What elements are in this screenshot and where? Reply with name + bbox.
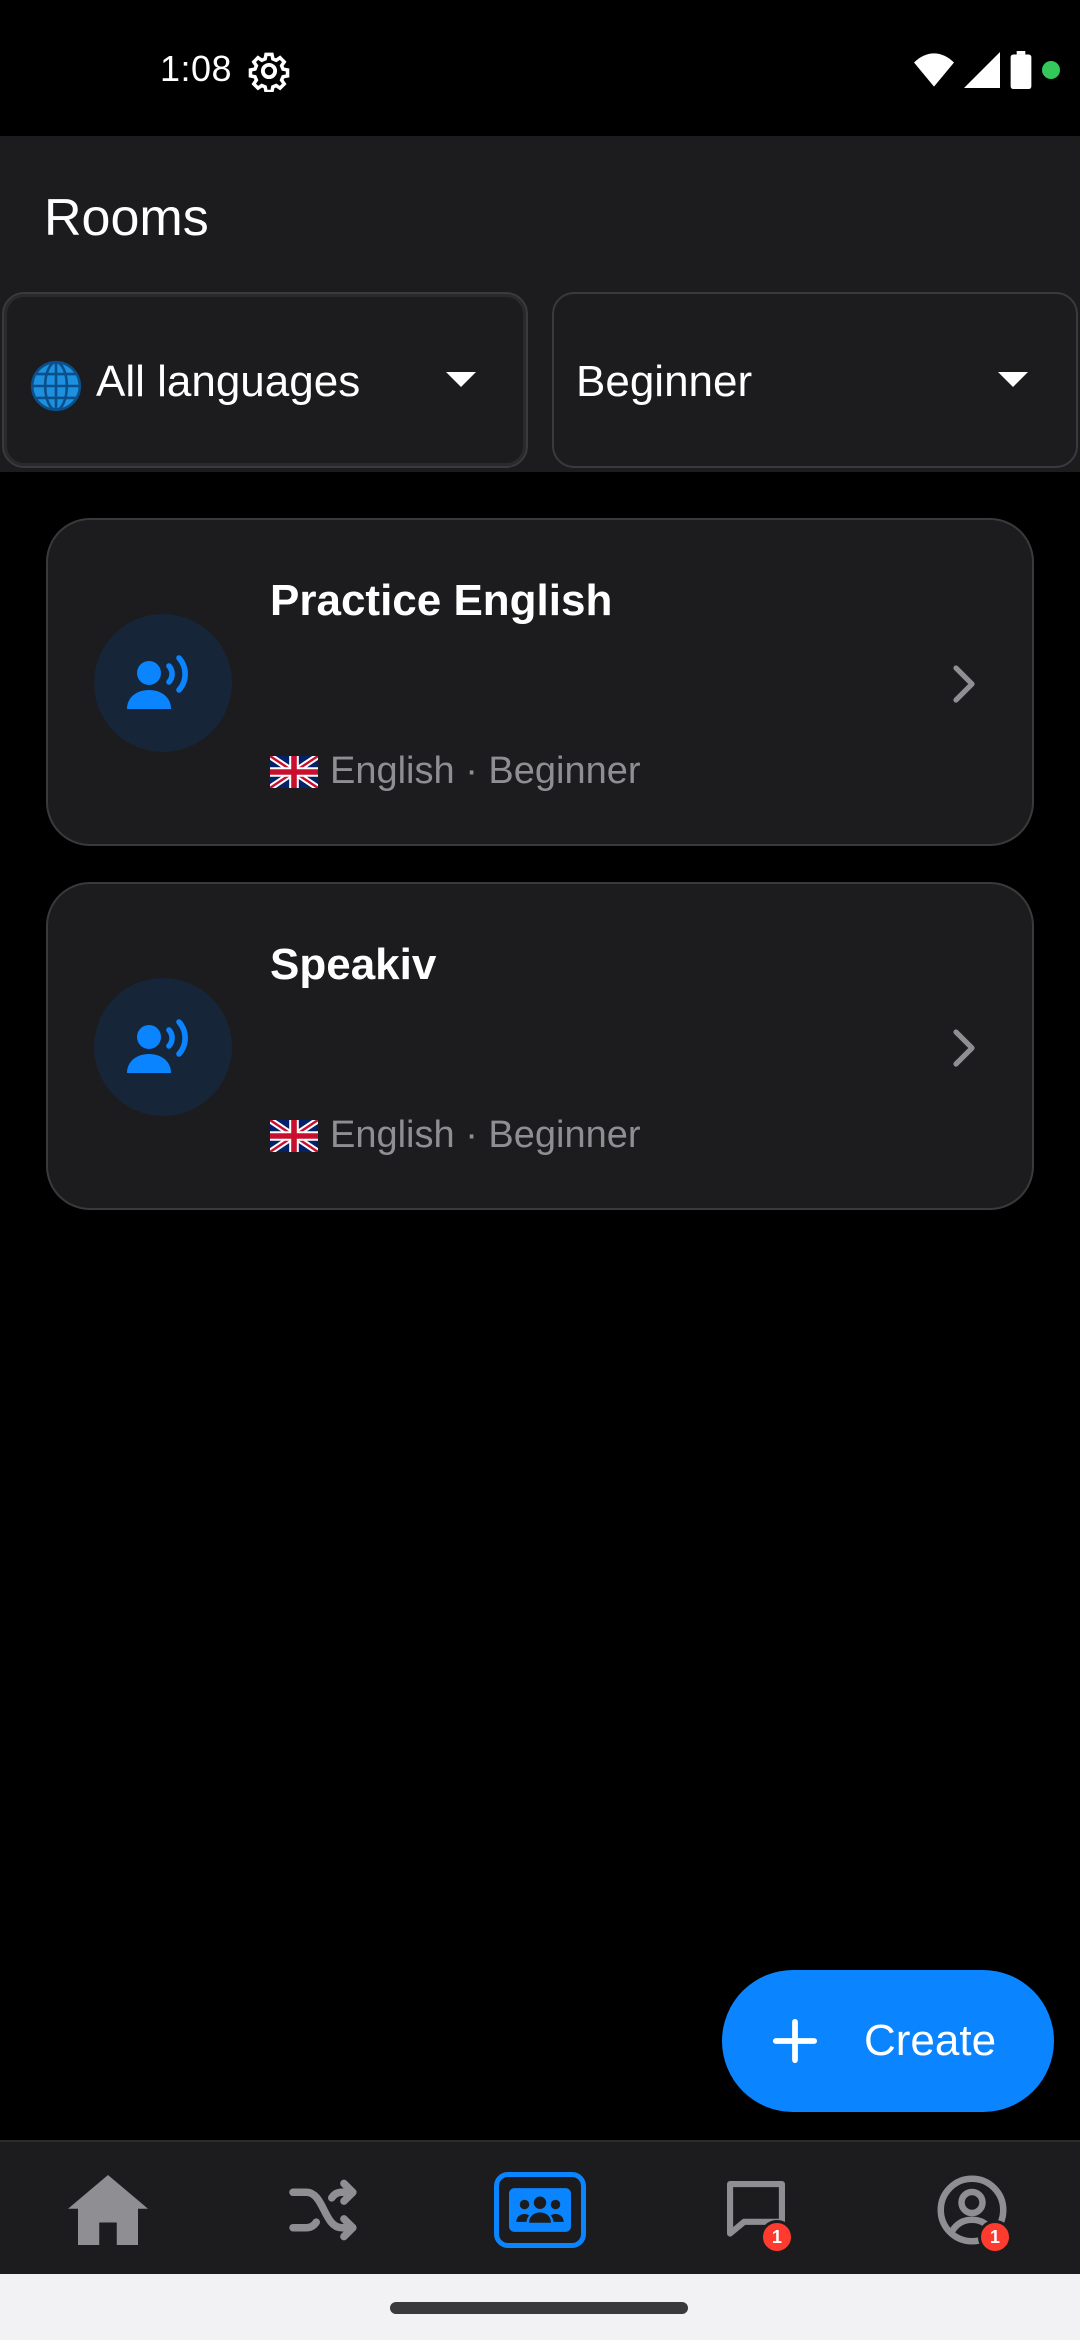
rooms-icon xyxy=(509,2188,571,2232)
dropdown-arrow-icon xyxy=(998,372,1028,387)
nav-chat[interactable]: 1 xyxy=(710,2170,802,2254)
status-icons xyxy=(914,48,1060,92)
battery-icon xyxy=(1010,51,1032,89)
room-avatar xyxy=(94,978,232,1116)
language-filter-label: All languages xyxy=(96,357,361,406)
shuffle-icon xyxy=(289,2179,357,2241)
dropdown-arrow-icon xyxy=(446,372,476,387)
voice-chat-icon xyxy=(127,655,188,709)
signal-icon xyxy=(964,52,1000,88)
room-avatar xyxy=(94,614,232,752)
home-icon xyxy=(68,2175,148,2245)
nav-rooms[interactable] xyxy=(494,2172,586,2248)
bottom-navigation: 1 1 xyxy=(0,2140,1080,2274)
status-time: 1:08 xyxy=(160,48,233,89)
header-panel: Rooms All languages Beginner xyxy=(0,136,1080,472)
nav-shuffle[interactable] xyxy=(278,2170,370,2250)
rooms-screen: 1:08 Rooms All languages Beginner Practi… xyxy=(0,0,1080,2340)
status-bar: 1:08 xyxy=(0,0,1080,136)
room-title: Practice English xyxy=(270,576,613,625)
home-gesture-handle[interactable] xyxy=(390,2302,688,2314)
page-title: Rooms xyxy=(44,189,209,247)
room-meta: English · Beginner xyxy=(270,1114,641,1157)
chat-badge: 1 xyxy=(760,2220,794,2254)
language-filter-dropdown[interactable]: All languages xyxy=(2,292,528,468)
plus-icon xyxy=(772,2018,818,2064)
room-card[interactable]: Practice English English · Beginner xyxy=(46,518,1034,846)
room-meta: English · Beginner xyxy=(270,750,641,793)
room-title: Speakiv xyxy=(270,940,437,989)
room-language-level: English · Beginner xyxy=(330,1114,641,1156)
nav-profile[interactable]: 1 xyxy=(926,2170,1018,2254)
level-filter-label: Beginner xyxy=(576,357,753,406)
voice-chat-icon xyxy=(127,1019,188,1073)
create-room-button[interactable]: Create xyxy=(722,1970,1054,2112)
uk-flag-icon xyxy=(270,755,318,788)
room-language-level: English · Beginner xyxy=(330,750,641,792)
gesture-bar-area xyxy=(0,2274,1080,2340)
chevron-right-icon xyxy=(953,1029,975,1067)
privacy-dot-icon xyxy=(1042,61,1060,79)
uk-flag-icon xyxy=(270,1119,318,1152)
chevron-right-icon xyxy=(953,665,975,703)
gear-icon xyxy=(248,52,290,92)
nav-home[interactable] xyxy=(62,2170,154,2250)
profile-badge: 1 xyxy=(978,2220,1012,2254)
globe-icon xyxy=(30,360,82,412)
level-filter-dropdown[interactable]: Beginner xyxy=(552,292,1078,468)
create-button-label: Create xyxy=(864,2016,997,2065)
room-card[interactable]: Speakiv English · Beginner xyxy=(46,882,1034,1210)
wifi-icon xyxy=(914,53,954,87)
